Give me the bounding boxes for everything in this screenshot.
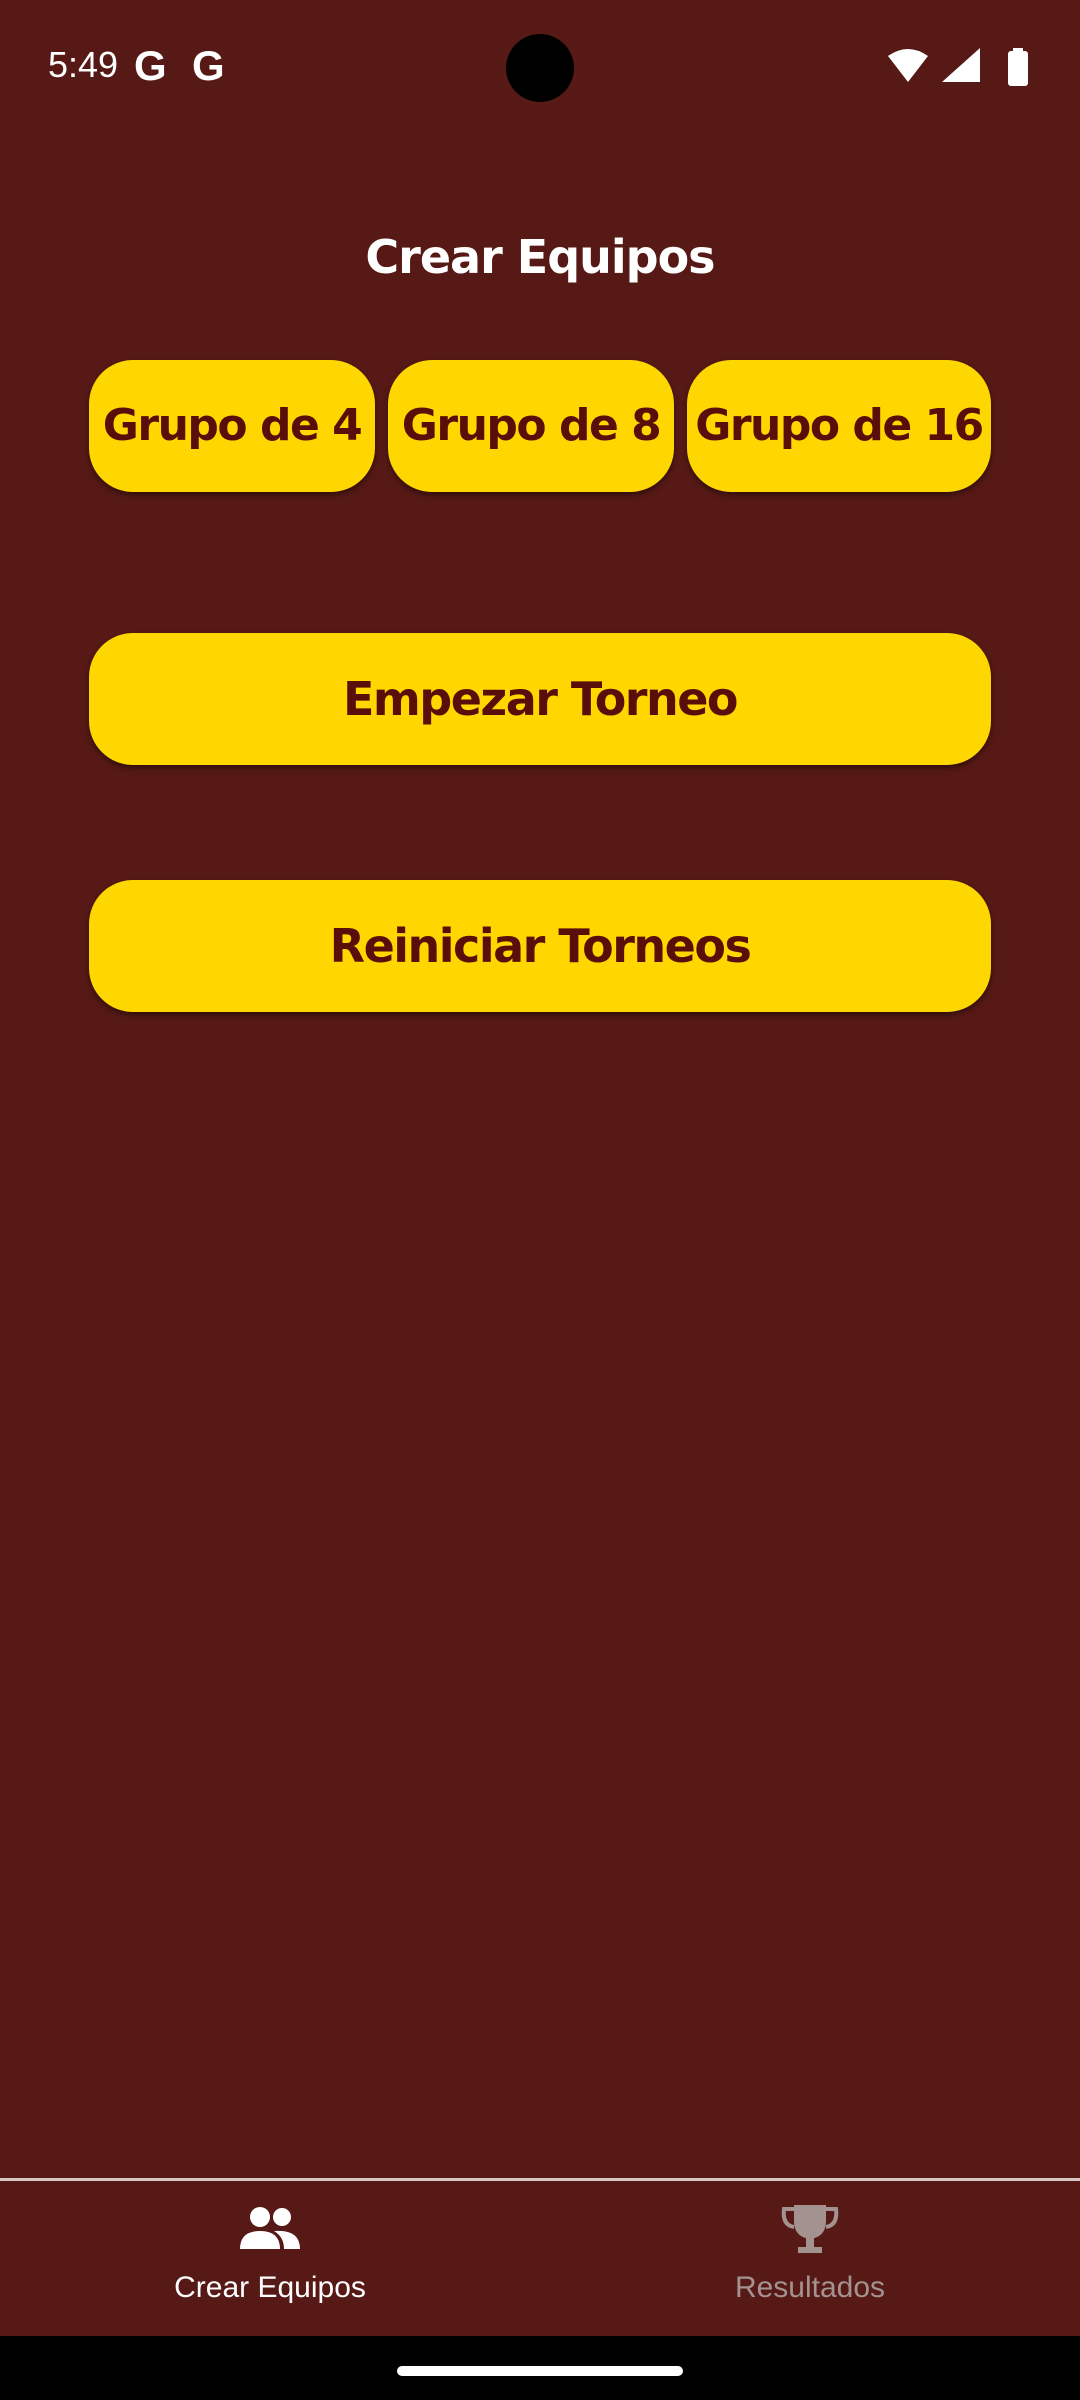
nav-label-resultados: Resultados — [734, 2271, 886, 2304]
status-bar: 5:49 G G — [0, 0, 1080, 136]
nav-item-resultados[interactable]: Resultados — [540, 2181, 1080, 2336]
nav-label-crear-equipos: Crear Equipos — [174, 2271, 366, 2304]
battery-icon — [1008, 48, 1028, 86]
camera-cutout — [506, 34, 574, 102]
start-tournament-button[interactable]: Empezar Torneo — [89, 633, 991, 765]
wifi-icon — [888, 49, 928, 82]
status-time: 5:49 — [48, 44, 119, 85]
page-title: Crear Equipos — [365, 230, 715, 284]
bottom-navigation: Crear Equipos Resultados — [0, 2181, 1080, 2336]
signal-icon — [942, 48, 980, 82]
group-of-4-button[interactable]: Grupo de 4 — [89, 360, 375, 492]
nav-item-crear-equipos[interactable]: Crear Equipos — [0, 2181, 540, 2336]
group-of-16-button[interactable]: Grupo de 16 — [687, 360, 991, 492]
reset-tournaments-button[interactable]: Reiniciar Torneos — [89, 880, 991, 1012]
system-gesture-area — [0, 2336, 1080, 2400]
people-icon — [240, 2207, 300, 2249]
google-g-icon: G — [192, 42, 225, 89]
group-of-8-button[interactable]: Grupo de 8 — [388, 360, 674, 492]
google-g-icon: G — [134, 42, 167, 89]
home-gesture-handle[interactable] — [397, 2366, 683, 2376]
trophy-icon — [781, 2205, 839, 2253]
